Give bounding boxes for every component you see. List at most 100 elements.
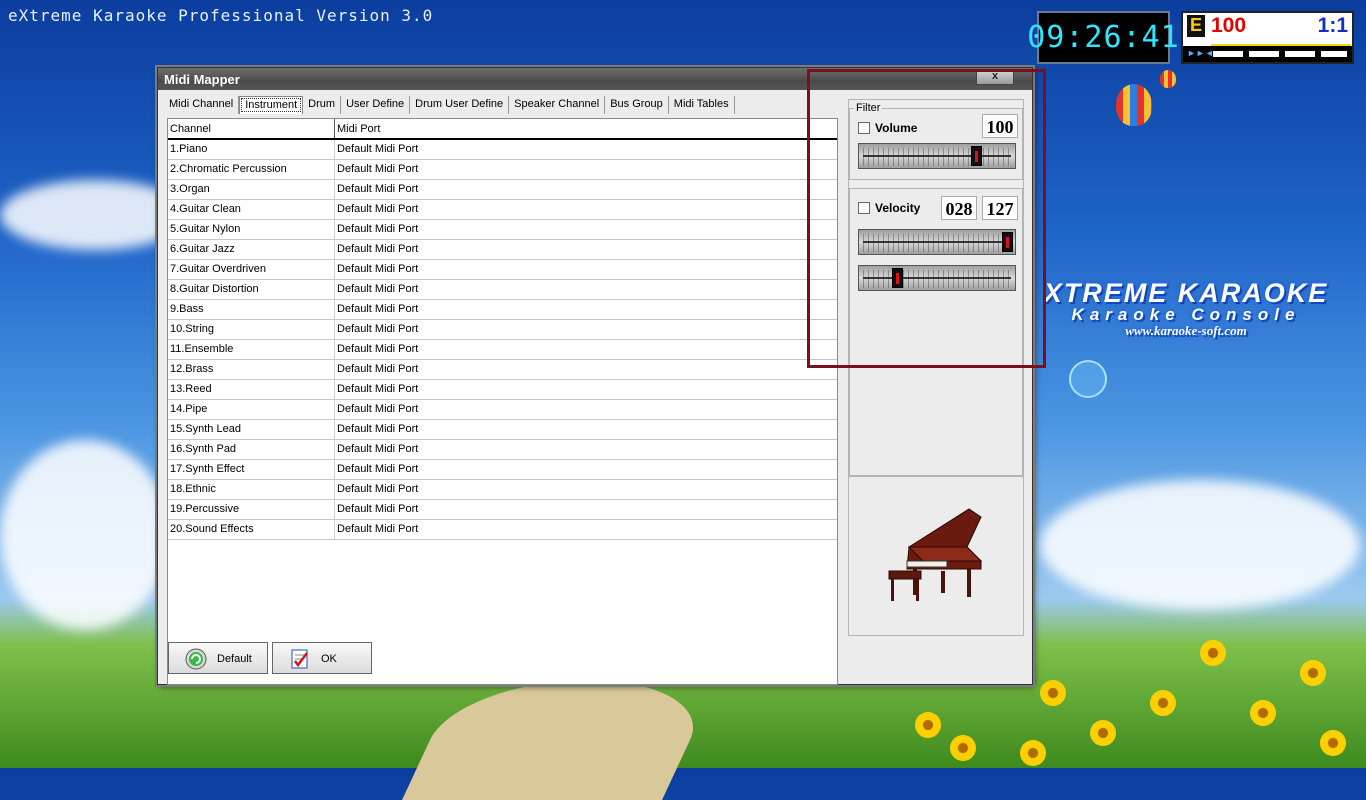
channel-cell: 6.Guitar Jazz <box>170 243 235 255</box>
cell-divider <box>334 300 335 319</box>
volume-group: Volume 100 <box>849 108 1023 180</box>
slider-thumb[interactable] <box>970 146 982 166</box>
table-row[interactable]: 1.Piano Default Midi Port <box>168 140 837 160</box>
tab-speaker-channel[interactable]: Speaker Channel <box>509 96 606 114</box>
table-row[interactable]: 17.Synth Effect Default Midi Port <box>168 460 837 480</box>
channel-cell: 13.Reed <box>170 383 212 395</box>
table-row[interactable]: 19.Percussive Default Midi Port <box>168 500 837 520</box>
table-row[interactable]: 5.Guitar Nylon Default Midi Port <box>168 220 837 240</box>
midi-port-cell[interactable]: Default Midi Port <box>337 483 418 495</box>
midi-port-cell[interactable]: Default Midi Port <box>337 243 418 255</box>
tab-midi-channel[interactable]: Midi Channel <box>164 96 240 114</box>
velocity-label: Velocity <box>875 201 921 215</box>
flower <box>1200 640 1226 666</box>
tab-instrument[interactable]: Instrument <box>239 96 304 114</box>
close-button[interactable]: x <box>976 69 1014 85</box>
dialog-titlebar[interactable]: Midi Mapper x <box>158 68 1032 90</box>
tab-bus-group[interactable]: Bus Group <box>605 96 669 114</box>
midi-port-cell[interactable]: Default Midi Port <box>337 183 418 195</box>
midi-port-cell[interactable]: Default Midi Port <box>337 363 418 375</box>
midi-mapper-dialog: Midi Mapper x Midi Channel Instrument Dr… <box>157 67 1033 685</box>
slider-thumb[interactable] <box>1002 232 1013 252</box>
table-row[interactable]: 10.String Default Midi Port <box>168 320 837 340</box>
table-row[interactable]: 4.Guitar Clean Default Midi Port <box>168 200 837 220</box>
channel-cell: 2.Chromatic Percussion <box>170 163 287 175</box>
default-button[interactable]: Default <box>168 642 268 674</box>
table-row[interactable]: 12.Brass Default Midi Port <box>168 360 837 380</box>
volume-slider[interactable] <box>858 143 1016 169</box>
table-row[interactable]: 2.Chromatic Percussion Default Midi Port <box>168 160 837 180</box>
digital-clock: 09:26:41 <box>1027 11 1179 64</box>
midi-port-cell[interactable]: Default Midi Port <box>337 503 418 515</box>
channel-cell: 18.Ethnic <box>170 483 216 495</box>
midi-port-cell[interactable]: Default Midi Port <box>337 523 418 535</box>
table-row[interactable]: 8.Guitar Distortion Default Midi Port <box>168 280 837 300</box>
cell-divider <box>334 140 335 159</box>
midi-port-cell[interactable]: Default Midi Port <box>337 163 418 175</box>
channel-cell: 12.Brass <box>170 363 214 375</box>
table-row[interactable]: 7.Guitar Overdriven Default Midi Port <box>168 260 837 280</box>
table-row[interactable]: 3.Organ Default Midi Port <box>168 180 837 200</box>
cell-divider <box>334 220 335 239</box>
midi-port-cell[interactable]: Default Midi Port <box>337 223 418 235</box>
velocity-checkbox[interactable] <box>858 202 870 214</box>
checklist-icon <box>291 649 308 669</box>
table-row[interactable]: 6.Guitar Jazz Default Midi Port <box>168 240 837 260</box>
cell-divider <box>334 340 335 359</box>
velocity-min-slider[interactable] <box>858 265 1016 291</box>
midi-port-cell[interactable]: Default Midi Port <box>337 303 418 315</box>
channel-cell: 14.Pipe <box>170 403 208 415</box>
column-header-channel[interactable]: Channel <box>170 123 211 135</box>
level-meter: ►►◄◄ <box>1183 46 1352 62</box>
table-row[interactable]: 15.Synth Lead Default Midi Port <box>168 420 837 440</box>
velocity-max-slider[interactable] <box>858 229 1016 255</box>
flower <box>1150 690 1176 716</box>
midi-port-cell[interactable]: Default Midi Port <box>337 383 418 395</box>
tab-user-define[interactable]: User Define <box>341 96 411 114</box>
cell-divider <box>334 380 335 399</box>
table-row[interactable]: 13.Reed Default Midi Port <box>168 380 837 400</box>
midi-port-cell[interactable]: Default Midi Port <box>337 343 418 355</box>
column-divider[interactable] <box>334 119 335 138</box>
volume-label: Volume <box>875 121 918 135</box>
midi-port-cell[interactable]: Default Midi Port <box>337 263 418 275</box>
table-row[interactable]: 9.Bass Default Midi Port <box>168 300 837 320</box>
cell-divider <box>334 400 335 419</box>
cell-divider <box>334 500 335 519</box>
midi-port-cell[interactable]: Default Midi Port <box>337 283 418 295</box>
channel-cell: 15.Synth Lead <box>170 423 241 435</box>
flower <box>1040 680 1066 706</box>
score-badge: E <box>1187 15 1205 37</box>
flower <box>1090 720 1116 746</box>
midi-port-cell[interactable]: Default Midi Port <box>337 203 418 215</box>
midi-port-cell[interactable]: Default Midi Port <box>337 323 418 335</box>
slider-thumb[interactable] <box>892 268 904 288</box>
table-row[interactable]: 16.Synth Pad Default Midi Port <box>168 440 837 460</box>
column-header-midi-port[interactable]: Midi Port <box>337 123 380 135</box>
table-row[interactable]: 20.Sound Effects Default Midi Port <box>168 520 837 540</box>
midi-port-cell[interactable]: Default Midi Port <box>337 443 418 455</box>
midi-port-cell[interactable]: Default Midi Port <box>337 143 418 155</box>
midi-port-cell[interactable]: Default Midi Port <box>337 423 418 435</box>
tab-drum[interactable]: Drum <box>303 96 342 114</box>
flower <box>1020 740 1046 766</box>
ok-button[interactable]: OK <box>272 642 372 674</box>
velocity-group: Velocity 028 127 <box>849 188 1023 476</box>
table-row[interactable]: 14.Pipe Default Midi Port <box>168 400 837 420</box>
tab-midi-tables[interactable]: Midi Tables <box>669 96 735 114</box>
volume-checkbox[interactable] <box>858 122 870 134</box>
channel-cell: 17.Synth Effect <box>170 463 245 475</box>
tab-drum-user-define[interactable]: Drum User Define <box>410 96 510 114</box>
flower <box>1300 660 1326 686</box>
channel-cell: 5.Guitar Nylon <box>170 223 241 235</box>
table-row[interactable]: 18.Ethnic Default Midi Port <box>168 480 837 500</box>
midi-port-cell[interactable]: Default Midi Port <box>337 463 418 475</box>
flower <box>950 735 976 761</box>
flower <box>1250 700 1276 726</box>
table-row[interactable]: 11.Ensemble Default Midi Port <box>168 340 837 360</box>
instrument-list[interactable]: Channel Midi Port 1.Piano Default Midi Po… <box>167 118 838 685</box>
app-title: eXtreme Karaoke Professional Version 3.0 <box>8 6 434 25</box>
cell-divider <box>334 360 335 379</box>
midi-port-cell[interactable]: Default Midi Port <box>337 403 418 415</box>
dialog-title: Midi Mapper <box>164 72 240 87</box>
